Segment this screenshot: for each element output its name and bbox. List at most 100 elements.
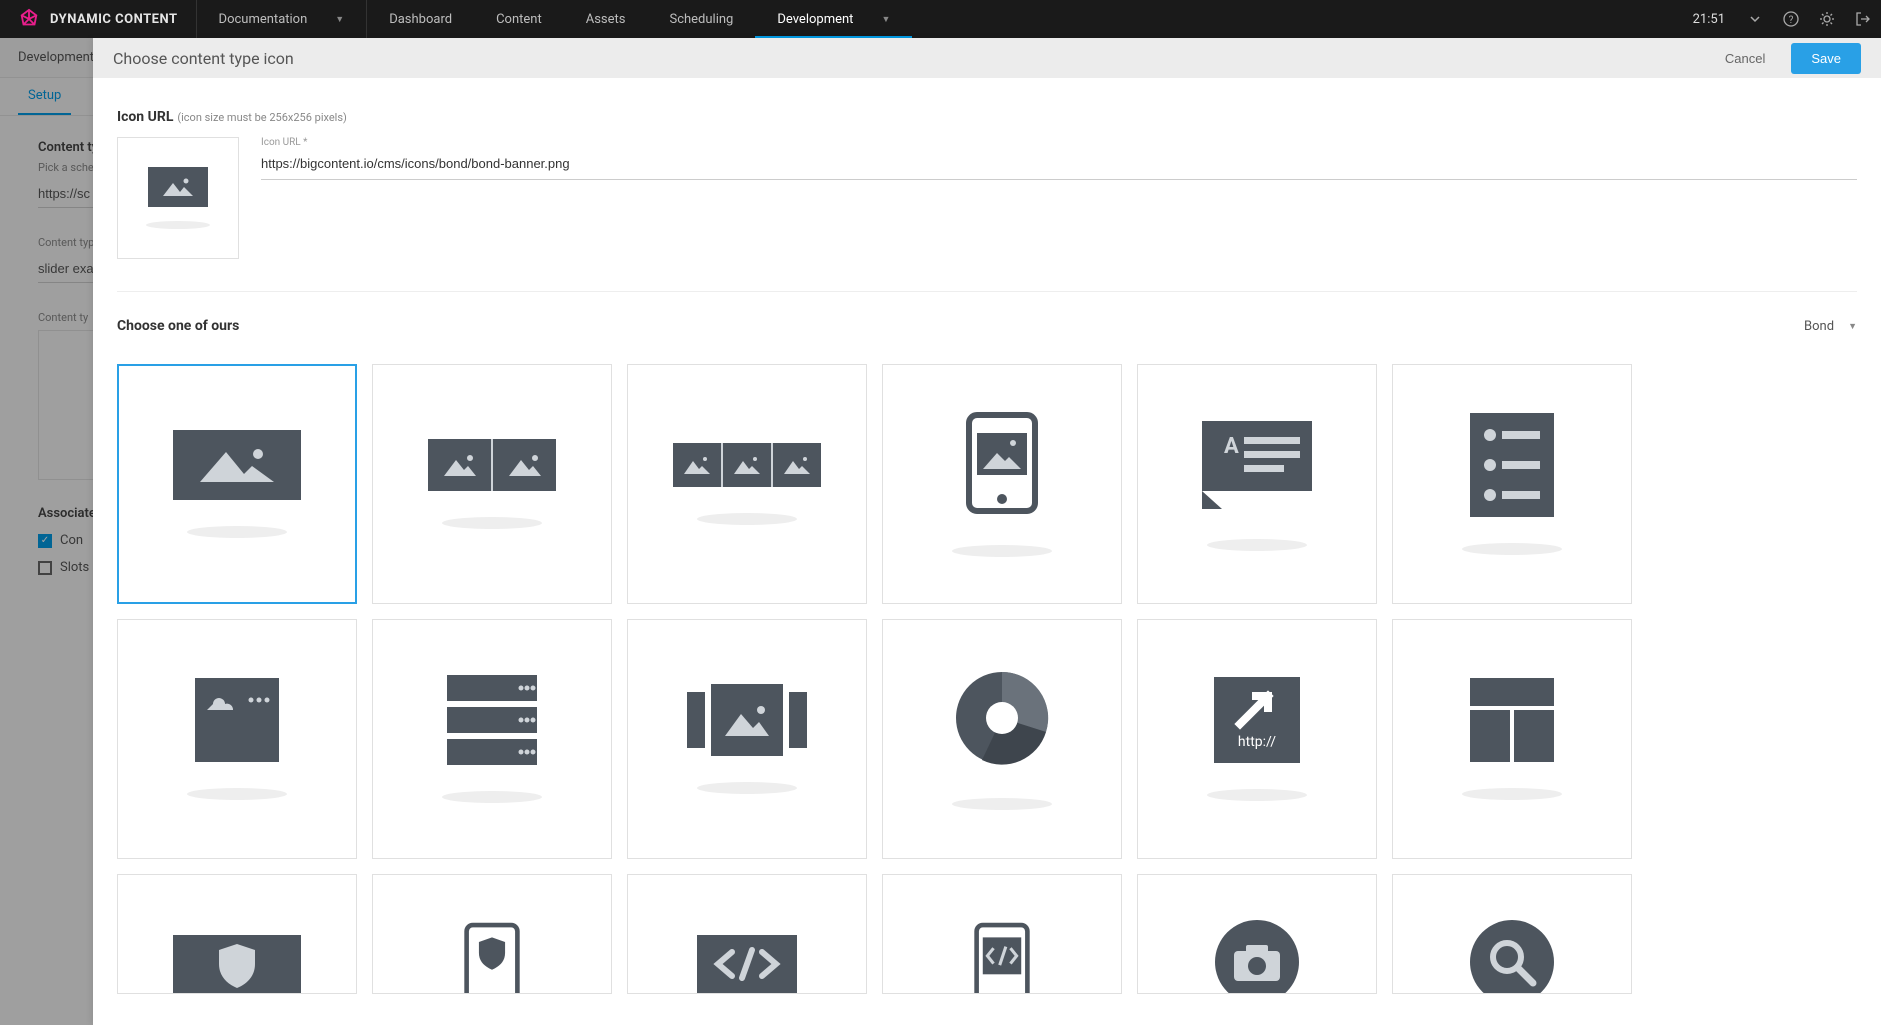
icon-option-banner-shield[interactable]: [117, 874, 357, 994]
icon-url-title: Icon URL: [117, 109, 173, 125]
icon-option-code-block[interactable]: [627, 874, 867, 994]
nav-dashboard-label: Dashboard: [389, 12, 452, 27]
donut-chart-icon: [952, 668, 1052, 772]
icon-option-banner[interactable]: [117, 364, 357, 604]
external-link-icon: http://: [1214, 677, 1300, 763]
icon-option-external-link[interactable]: http://: [1137, 619, 1377, 859]
modal-title: Choose content type icon: [113, 49, 294, 68]
shadow-icon: [1207, 789, 1307, 801]
svg-text:A: A: [1224, 434, 1239, 459]
icon-set-filter[interactable]: Bond ▼: [1804, 319, 1857, 334]
contact-list-icon: [1470, 413, 1554, 517]
banner-icon: [173, 430, 301, 500]
divider: [117, 291, 1857, 292]
tab-setup[interactable]: Setup: [18, 78, 71, 115]
split-3-icon: [673, 443, 821, 487]
icon-url-hint: (icon size must be 256x256 pixels): [177, 111, 347, 124]
shadow-icon: [442, 517, 542, 529]
icon-option-search-circle[interactable]: [1392, 874, 1632, 994]
nav-dashboard[interactable]: Dashboard: [367, 0, 474, 38]
caret-down-icon[interactable]: [1737, 0, 1773, 38]
shadow-icon: [1462, 788, 1562, 800]
brand-logo-icon: [18, 8, 40, 30]
content-type-name-input[interactable]: [38, 255, 93, 283]
nav-development-label: Development: [777, 12, 853, 27]
nav-scheduling-label: Scheduling: [669, 12, 733, 27]
shadow-icon: [1207, 539, 1307, 551]
nav-assets-label: Assets: [586, 12, 626, 27]
logout-icon[interactable]: [1845, 0, 1881, 38]
code-block-icon: [697, 935, 797, 993]
schema-input[interactable]: [38, 180, 93, 208]
icon-option-camera-circle[interactable]: [1137, 874, 1377, 994]
card-cloud-icon: [195, 678, 279, 762]
icon-option-server-list[interactable]: [372, 619, 612, 859]
nav-content-label: Content: [496, 12, 542, 27]
gear-icon[interactable]: [1809, 0, 1845, 38]
filter-label: Bond: [1804, 319, 1834, 334]
save-label: Save: [1811, 51, 1841, 66]
icon-option-split-2[interactable]: [372, 364, 612, 604]
svg-text:?: ?: [1789, 15, 1794, 26]
topbar-right: 21:51 ?: [1681, 0, 1881, 38]
icon-option-mobile-code[interactable]: [882, 874, 1122, 994]
caret-down-icon: ▼: [1848, 321, 1857, 332]
layout-grid-icon: [1470, 678, 1554, 762]
checkbox-icon: [38, 561, 52, 575]
brand: DYNAMIC CONTENT: [0, 0, 197, 38]
mobile-banner-icon: [963, 411, 1041, 519]
shadow-icon: [1462, 543, 1562, 555]
topbar: DYNAMIC CONTENT Documentation ▼ Dashboar…: [0, 0, 1881, 38]
shadow-icon: [442, 791, 542, 803]
cancel-button[interactable]: Cancel: [1711, 43, 1779, 74]
caret-down-icon: ▼: [335, 14, 344, 25]
icon-option-carousel[interactable]: [627, 619, 867, 859]
nav-documentation[interactable]: Documentation ▼: [197, 0, 368, 38]
icon-option-split-3[interactable]: [627, 364, 867, 604]
checkbox-checked-icon: ✓: [38, 534, 52, 548]
icon-option-contact-list[interactable]: [1392, 364, 1632, 604]
shadow-icon: [952, 798, 1052, 810]
assoc-content-label: Con: [60, 533, 83, 548]
banner-shield-icon: [173, 935, 301, 993]
shadow-icon: [187, 526, 287, 538]
shadow-icon: [146, 221, 210, 229]
nav-development[interactable]: Development ▼: [755, 0, 912, 38]
cancel-label: Cancel: [1725, 51, 1765, 66]
save-button[interactable]: Save: [1791, 43, 1861, 74]
choose-one-title: Choose one of ours: [117, 318, 239, 334]
search-circle-icon: [1467, 917, 1557, 994]
server-list-icon: [447, 675, 537, 765]
modal-header: Choose content type icon Cancel Save: [93, 38, 1881, 78]
nav-scheduling[interactable]: Scheduling: [647, 0, 755, 38]
mobile-shield-icon: [453, 922, 531, 994]
icon-option-card-cloud[interactable]: [117, 619, 357, 859]
shadow-icon: [697, 782, 797, 794]
icon-option-layout-grid[interactable]: [1392, 619, 1632, 859]
icon-url-field-label: Icon URL *: [261, 137, 1857, 148]
icon-option-mobile-shield[interactable]: [372, 874, 612, 994]
shadow-icon: [952, 545, 1052, 557]
camera-circle-icon: [1212, 917, 1302, 994]
help-icon[interactable]: ?: [1773, 0, 1809, 38]
nav-content[interactable]: Content: [474, 0, 564, 38]
choose-icon-modal: Choose content type icon Cancel Save Ico…: [93, 38, 1881, 1025]
shadow-icon: [187, 788, 287, 800]
icon-url-input[interactable]: [261, 150, 1857, 180]
shadow-icon: [697, 513, 797, 525]
icon-option-author-card[interactable]: A: [1137, 364, 1377, 604]
icon-option-mobile-banner[interactable]: [882, 364, 1122, 604]
image-placeholder-icon: [148, 167, 208, 207]
modal-body: Icon URL (icon size must be 256x256 pixe…: [93, 78, 1881, 1025]
mobile-code-icon: [963, 922, 1041, 994]
nav-assets[interactable]: Assets: [564, 0, 648, 38]
breadcrumb-text: Development: [18, 50, 94, 65]
icon-url-thumbnail: [117, 137, 239, 259]
icon-grid: A: [117, 364, 1857, 994]
nav-documentation-label: Documentation: [219, 12, 308, 27]
icon-option-donut-chart[interactable]: [882, 619, 1122, 859]
caret-down-icon: ▼: [881, 14, 890, 25]
carousel-icon: [687, 684, 807, 756]
brand-name: DYNAMIC CONTENT: [50, 12, 178, 27]
tab-setup-label: Setup: [28, 88, 61, 103]
